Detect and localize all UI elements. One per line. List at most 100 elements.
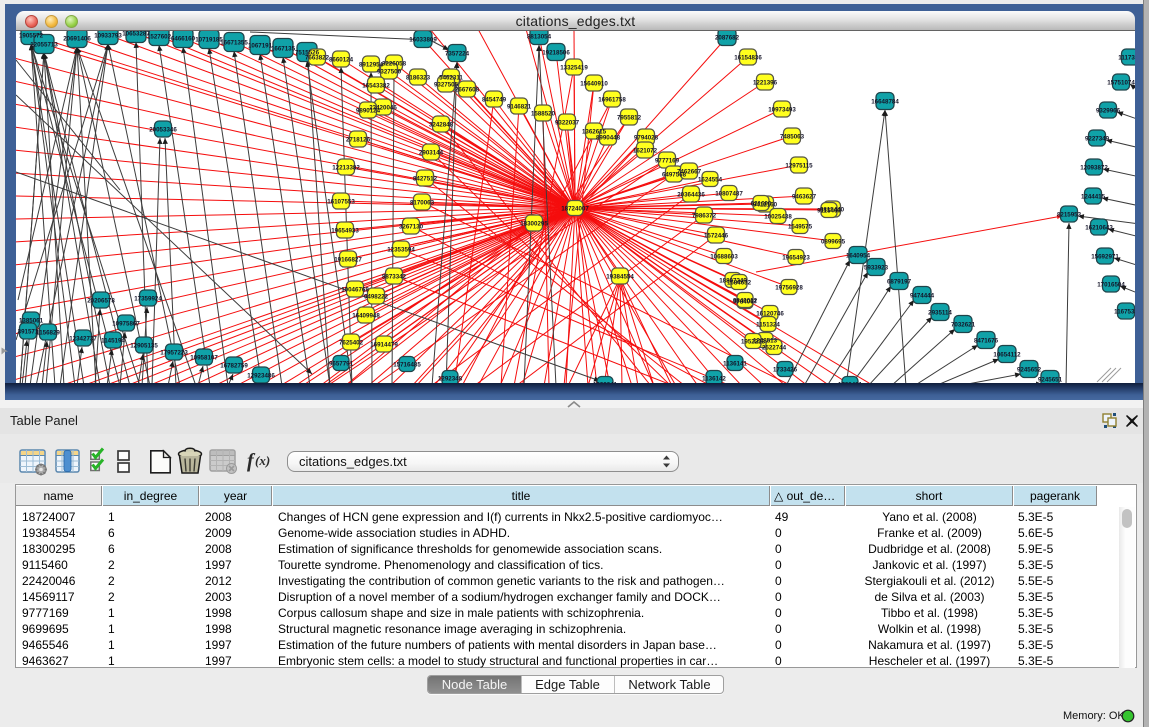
svg-text:5933923: 5933923 <box>864 264 889 271</box>
svg-text:8215953: 8215953 <box>1057 211 1082 218</box>
svg-text:621600: 621600 <box>751 200 772 207</box>
svg-text:8170063: 8170063 <box>410 199 435 206</box>
svg-text:1292348: 1292348 <box>438 375 463 382</box>
svg-text:19218506: 19218506 <box>542 49 570 56</box>
svg-text:12975115: 12975115 <box>785 162 813 169</box>
svg-text:9463627: 9463627 <box>792 193 817 200</box>
svg-text:7663822: 7663822 <box>305 54 330 61</box>
svg-text:9329966: 9329966 <box>1096 107 1121 114</box>
svg-text:6466160: 6466160 <box>171 35 196 42</box>
svg-text:9245651: 9245651 <box>1038 376 1063 383</box>
svg-text:1136142: 1136142 <box>702 375 726 382</box>
svg-text:1292341: 1292341 <box>593 381 618 383</box>
svg-text:9498222: 9498222 <box>364 293 389 300</box>
svg-text:19654933: 19654933 <box>331 227 359 234</box>
svg-text:1733426: 1733426 <box>773 366 798 373</box>
svg-text:1221396: 1221396 <box>753 79 778 86</box>
svg-text:19756928: 19756928 <box>775 284 803 291</box>
svg-text:20364436: 20364436 <box>677 191 705 198</box>
svg-text:12213382: 12213382 <box>332 164 360 171</box>
svg-text:1905572: 1905572 <box>19 32 44 39</box>
svg-text:6879197: 6879197 <box>887 278 912 285</box>
svg-text:1684632: 1684632 <box>727 279 752 286</box>
svg-text:16154836: 16154836 <box>734 54 762 61</box>
svg-text:9840012: 9840012 <box>733 297 758 304</box>
svg-text:13325419: 13325419 <box>560 64 588 71</box>
svg-text:1640954: 1640954 <box>846 252 871 259</box>
svg-text:9327500: 9327500 <box>377 68 402 75</box>
svg-text:16033809: 16033809 <box>409 36 437 43</box>
svg-text:0899695: 0899695 <box>821 238 846 245</box>
svg-text:12923486: 12923486 <box>247 372 275 379</box>
svg-text:3242848: 3242848 <box>429 121 454 128</box>
svg-text:9115460: 9115460 <box>817 207 841 214</box>
svg-text:2522744: 2522744 <box>762 344 787 351</box>
svg-text:9474444: 9474444 <box>910 292 935 299</box>
svg-text:8912954: 8912954 <box>359 61 384 68</box>
svg-text:1549575: 1549575 <box>788 223 813 230</box>
svg-text:19384554: 19384554 <box>606 273 634 280</box>
svg-text:2087682: 2087682 <box>715 34 740 41</box>
svg-text:12905135: 12905135 <box>130 342 158 349</box>
svg-text:10958107: 10958107 <box>190 354 218 361</box>
svg-text:7955812: 7955812 <box>617 114 642 121</box>
svg-text:10046768: 10046768 <box>341 286 369 293</box>
svg-text:8454749: 8454749 <box>482 96 507 103</box>
svg-text:16961758: 16961758 <box>598 96 626 103</box>
svg-text:17359924: 17359924 <box>134 295 162 302</box>
svg-text:9322037: 9322037 <box>555 119 580 126</box>
svg-text:17016504: 17016504 <box>1097 281 1125 288</box>
svg-text:15640910: 15640910 <box>580 80 608 87</box>
svg-text:5462311: 5462311 <box>439 74 463 81</box>
svg-text:7462667: 7462667 <box>677 168 702 175</box>
svg-text:9146821: 9146821 <box>507 103 532 110</box>
svg-text:1952213: 1952213 <box>741 338 766 345</box>
svg-text:8990448: 8990448 <box>596 134 621 141</box>
svg-text:20206578: 20206578 <box>87 297 115 304</box>
svg-text:8660124: 8660124 <box>329 56 354 63</box>
svg-text:1067191: 1067191 <box>248 42 273 49</box>
svg-text:1385061: 1385061 <box>19 317 44 324</box>
svg-text:19654923: 19654923 <box>782 254 810 261</box>
svg-text:10719185: 10719185 <box>195 36 223 43</box>
svg-text:15716485: 15716485 <box>393 361 421 368</box>
svg-text:12342737: 12342737 <box>69 335 97 342</box>
svg-text:1151324: 1151324 <box>756 321 780 328</box>
svg-text:12055713: 12055713 <box>30 41 58 48</box>
svg-text:16409948: 16409948 <box>352 312 380 319</box>
svg-text:8471676: 8471676 <box>974 337 999 344</box>
svg-text:1624554: 1624554 <box>698 176 723 183</box>
svg-text:2718126: 2718126 <box>346 136 371 143</box>
svg-text:16648784: 16648784 <box>871 98 899 105</box>
svg-text:1156829: 1156829 <box>36 329 60 336</box>
svg-text:7986372: 7986372 <box>692 212 717 219</box>
svg-text:1167533: 1167533 <box>1114 308 1135 315</box>
svg-text:2935114: 2935114 <box>928 309 952 316</box>
svg-text:7625402: 7625402 <box>339 339 364 346</box>
svg-text:9794028: 9794028 <box>634 134 659 141</box>
svg-text:7032621: 7032621 <box>951 321 976 328</box>
svg-text:12093872: 12093872 <box>1080 164 1108 171</box>
svg-text:10688603: 10688603 <box>710 253 738 260</box>
svg-text:8873342: 8873342 <box>382 273 407 280</box>
svg-text:16914479: 16914479 <box>370 341 398 348</box>
svg-text:1244415: 1244415 <box>1081 193 1106 200</box>
svg-text:15692971: 15692971 <box>1091 253 1119 260</box>
svg-text:19166827: 19166827 <box>334 256 362 263</box>
svg-text:3267130: 3267130 <box>399 223 424 230</box>
svg-text:16782759: 16782759 <box>220 362 248 369</box>
svg-text:18724007: 18724007 <box>561 205 589 212</box>
svg-text:1572446: 1572446 <box>704 232 729 239</box>
svg-text:8813054: 8813054 <box>527 33 552 40</box>
svg-text:10973493: 10973493 <box>768 106 796 113</box>
svg-text:1145194: 1145194 <box>101 337 125 344</box>
svg-text:1667135: 1667135 <box>271 45 296 52</box>
svg-text:16210643: 16210643 <box>1085 224 1113 231</box>
svg-text:7485063: 7485063 <box>780 133 805 140</box>
svg-text:10654112: 10654112 <box>993 351 1021 358</box>
svg-text:8427512: 8427512 <box>413 175 438 182</box>
svg-text:9227349: 9227349 <box>1085 135 1110 142</box>
svg-text:7357224: 7357224 <box>445 50 470 57</box>
svg-text:1588520: 1588520 <box>531 110 556 117</box>
svg-text:10025438: 10025438 <box>764 213 792 220</box>
